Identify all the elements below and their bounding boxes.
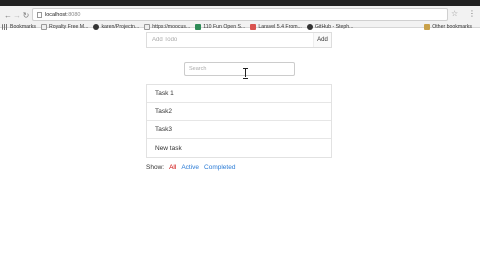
bookmark-item[interactable]: karen/Projectn... <box>93 24 139 30</box>
menu-icon[interactable]: ⋮ <box>468 9 476 18</box>
bookmark-star-icon[interactable]: ☆ <box>451 9 458 18</box>
bookmark-item[interactable]: Bookmarks <box>2 24 36 30</box>
browser-window: ← → ↻ localhost:8080 ☆ ⋮ Bookmarks Royal… <box>0 0 480 270</box>
apps-icon <box>2 24 8 30</box>
add-todo-input[interactable] <box>147 33 313 47</box>
search-input[interactable] <box>184 62 295 76</box>
add-button[interactable]: Add <box>313 33 331 47</box>
back-icon[interactable]: ← <box>4 10 12 20</box>
filter-bar: Show: All Active Completed <box>146 164 235 171</box>
filter-label: Show: <box>146 164 165 171</box>
reload-icon[interactable]: ↻ <box>22 10 30 20</box>
red-icon <box>250 24 257 30</box>
task-list: Task 1 Task2 Task3 New task <box>146 84 332 158</box>
bookmark-item[interactable]: GitHub - Steph... <box>306 24 354 30</box>
bookmark-label: 110 Fun Open S... <box>203 24 246 30</box>
task-item[interactable]: Task3 <box>147 121 331 139</box>
filter-completed-link[interactable]: Completed <box>204 164 235 171</box>
task-item[interactable]: Task 1 <box>147 85 331 103</box>
bookmark-item[interactable]: Laravel 5.4 From... <box>250 24 302 30</box>
github-icon <box>306 24 313 30</box>
doc-icon <box>40 24 47 30</box>
filter-active-link[interactable]: Active <box>181 164 199 171</box>
browser-toolbar: ← → ↻ localhost:8080 ☆ ⋮ Bookmarks Royal… <box>0 6 480 30</box>
task-item[interactable]: New task <box>147 139 331 157</box>
bookmark-label: Royalty Free M... <box>48 24 89 30</box>
green-icon <box>195 24 202 30</box>
other-bookmarks[interactable]: Other bookmarks <box>424 24 472 30</box>
github-icon <box>93 24 100 30</box>
add-todo-form: Add <box>146 32 332 48</box>
bookmark-item[interactable]: Royalty Free M... <box>40 24 89 30</box>
text-cursor-icon <box>243 68 248 79</box>
bookmark-label: Laravel 5.4 From... <box>258 24 302 30</box>
url-host: localhost <box>45 11 67 18</box>
url-port: :8080 <box>66 11 81 18</box>
folder-icon <box>424 24 431 30</box>
bookmark-label: GitHub - Steph... <box>314 24 354 30</box>
bookmark-label: https://moocus... <box>152 24 191 30</box>
address-bar[interactable]: localhost:8080 <box>32 8 448 21</box>
forward-icon[interactable]: → <box>13 10 21 20</box>
other-bookmarks-label: Other bookmarks <box>432 24 472 30</box>
task-item[interactable]: Task2 <box>147 103 331 121</box>
doc-icon <box>144 24 151 30</box>
bookmark-label: Bookmarks <box>10 24 36 30</box>
bookmark-item[interactable]: https://moocus... <box>144 24 190 30</box>
filter-all-link[interactable]: All <box>169 164 176 171</box>
bookmark-item[interactable]: 110 Fun Open S... <box>195 24 245 30</box>
bookmark-label: karen/Projectn... <box>101 24 140 30</box>
page-icon <box>37 11 42 18</box>
